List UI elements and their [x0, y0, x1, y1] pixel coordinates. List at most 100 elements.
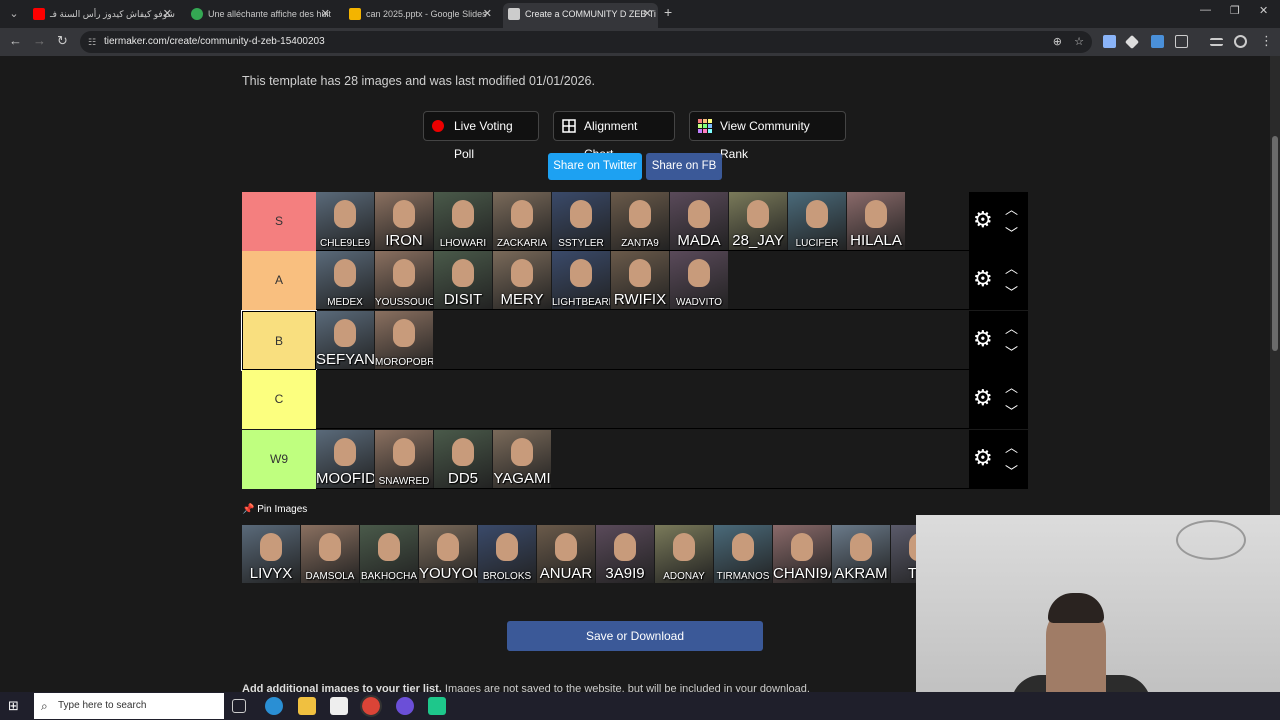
discord-icon[interactable]	[396, 697, 414, 715]
taskbar-search-box[interactable]: ⌕ Type here to search	[34, 693, 224, 719]
chevron-up-icon[interactable]: ︿	[1005, 318, 1018, 337]
tier-image[interactable]: DISIT	[434, 251, 492, 310]
task-view-icon[interactable]	[232, 699, 246, 713]
store-icon[interactable]	[330, 697, 348, 715]
tier-image[interactable]: LUCIFER	[788, 192, 846, 250]
tier-image[interactable]: BAKHOCHA	[360, 525, 418, 583]
tier-label[interactable]: S	[242, 192, 316, 251]
extension-icon[interactable]	[1151, 35, 1164, 48]
file-explorer-icon[interactable]	[298, 697, 316, 715]
gear-icon[interactable]: ⚙	[973, 268, 993, 290]
chevron-up-icon[interactable]: ︿	[1005, 258, 1018, 277]
extension-diamond-icon[interactable]	[1124, 34, 1140, 50]
tier-image[interactable]: RWIFIX	[611, 251, 669, 310]
tier-image[interactable]: CHANI9A	[773, 525, 831, 583]
bookmark-star-icon[interactable]: ☆	[1074, 31, 1084, 53]
zoom-icon[interactable]: ⊕	[1053, 31, 1062, 53]
chevron-up-icon[interactable]: ︿	[1005, 199, 1018, 218]
tier-image[interactable]: LIGHTBEARD	[552, 251, 610, 310]
tier-image[interactable]: YOUYOU	[419, 525, 477, 583]
tier-image[interactable]: DAMSOLA	[301, 525, 359, 583]
tier-image[interactable]: MEDEX	[316, 251, 374, 310]
tier-image[interactable]: TIRMANOS	[714, 525, 772, 583]
tier-image[interactable]: CHLE9LE9	[316, 192, 374, 250]
tier-image[interactable]: MERY	[493, 251, 551, 310]
menu-dots-icon[interactable]: ⋮	[1260, 33, 1273, 49]
address-bar[interactable]: ☷ tiermaker.com/create/community-d-zeb-1…	[80, 31, 1092, 53]
restore-icon[interactable]: ❐	[1230, 4, 1240, 17]
app-icon[interactable]	[428, 697, 446, 715]
close-tab-icon[interactable]: ✕	[483, 3, 492, 25]
chrome-icon[interactable]	[360, 695, 382, 717]
pin-images-toggle[interactable]: 📌 Pin Images	[242, 504, 307, 515]
tier-image[interactable]: 28_JAY	[729, 192, 787, 250]
tier-image[interactable]: 3A9I9	[596, 525, 654, 583]
live-voting-poll-button[interactable]: Live Voting Poll	[423, 111, 539, 161]
chevron-down-icon[interactable]: ﹀	[1005, 461, 1018, 480]
chevron-down-icon[interactable]: ﹀	[1005, 401, 1018, 420]
tier-image[interactable]: SEFYAN	[316, 310, 374, 369]
button-label: Live Voting Poll	[454, 119, 513, 161]
back-icon[interactable]: ←	[9, 33, 22, 48]
translate-extension-icon[interactable]	[1103, 35, 1116, 48]
tier-image[interactable]: TIC	[891, 525, 916, 583]
tier-label[interactable]: W9	[242, 429, 316, 489]
gear-icon[interactable]: ⚙	[973, 327, 993, 350]
tier-image[interactable]: DD5	[434, 429, 492, 488]
tab-news[interactable]: Une alléchante affiche des huit ✕	[186, 3, 336, 28]
tier-image[interactable]: LIVYX	[242, 525, 300, 583]
tab-search-button[interactable]: ⌄	[4, 4, 24, 24]
save-download-button[interactable]: Save or Download	[507, 621, 763, 651]
tier-label[interactable]: B	[241, 309, 317, 371]
reading-list-icon[interactable]	[1210, 38, 1223, 46]
tier-image[interactable]: MADA	[670, 192, 728, 250]
alignment-chart-button[interactable]: Alignment Chart	[553, 111, 675, 161]
tier-image[interactable]: YAGAMI	[493, 429, 551, 488]
share-fb-button[interactable]: Share on FB	[646, 153, 722, 180]
tier-image[interactable]: SSTYLER	[552, 192, 610, 250]
tier-image[interactable]: WADVITO	[670, 251, 728, 310]
tier-image[interactable]: YOUSSOUIC	[375, 251, 433, 310]
reload-icon[interactable]: ↻	[57, 33, 68, 49]
tab-youtube[interactable]: شوفو كيفاش كيدوز رأس السنة فـ ✕	[28, 3, 178, 28]
puzzle-extensions-icon[interactable]	[1175, 35, 1188, 48]
gear-icon[interactable]: ⚙	[973, 387, 993, 409]
tier-image[interactable]: LHOWARI	[434, 192, 492, 250]
gear-icon[interactable]: ⚙	[973, 209, 993, 231]
tier-label[interactable]: C	[242, 370, 316, 430]
new-tab-button[interactable]: +	[664, 4, 672, 20]
close-tab-icon[interactable]: ✕	[643, 3, 652, 25]
profile-icon[interactable]	[1234, 35, 1247, 48]
tier-image[interactable]: MOROPOBRE	[375, 310, 433, 369]
tier-image[interactable]: MOOFID	[316, 429, 374, 488]
minimize-icon[interactable]: —	[1200, 4, 1211, 16]
share-twitter-button[interactable]: Share on Twitter	[548, 153, 642, 180]
close-tab-icon[interactable]: ✕	[163, 3, 172, 25]
windows-start-icon[interactable]: ⊞	[8, 698, 19, 714]
site-info-icon[interactable]: ☷	[88, 31, 96, 53]
tier-label[interactable]: A	[242, 251, 316, 311]
chevron-down-icon[interactable]: ﹀	[1005, 282, 1018, 301]
tier-image[interactable]: ADONAY	[655, 525, 713, 583]
tier-image[interactable]: SNAWRED	[375, 429, 433, 488]
chevron-down-icon[interactable]: ﹀	[1005, 223, 1018, 242]
gear-icon[interactable]: ⚙	[973, 446, 993, 469]
tier-image[interactable]: ZACKARIA	[493, 192, 551, 250]
tier-image[interactable]: ANUAR	[537, 525, 595, 583]
chevron-up-icon[interactable]: ︿	[1005, 437, 1018, 456]
tier-image[interactable]: BROLOKS	[478, 525, 536, 583]
forward-icon[interactable]: →	[33, 33, 46, 48]
chevron-up-icon[interactable]: ︿	[1005, 377, 1018, 396]
tab-google-slides[interactable]: can 2025.pptx - Google Slides ✕	[344, 3, 498, 28]
close-tab-icon[interactable]: ✕	[321, 3, 330, 25]
edge-icon[interactable]	[265, 697, 283, 715]
tier-image[interactable]: AKRAM	[832, 525, 890, 583]
tier-image[interactable]: ZANTA9	[611, 192, 669, 250]
close-window-icon[interactable]: ✕	[1259, 4, 1268, 17]
scrollbar-thumb[interactable]	[1272, 136, 1278, 351]
tab-tiermaker[interactable]: Create a COMMUNITY D ZEB Ti ✕	[503, 3, 658, 28]
chevron-down-icon[interactable]: ﹀	[1005, 342, 1018, 361]
tier-image[interactable]: HILALA	[847, 192, 905, 250]
view-community-rank-button[interactable]: View Community Rank	[689, 111, 846, 161]
tier-image[interactable]: IRON	[375, 192, 433, 250]
